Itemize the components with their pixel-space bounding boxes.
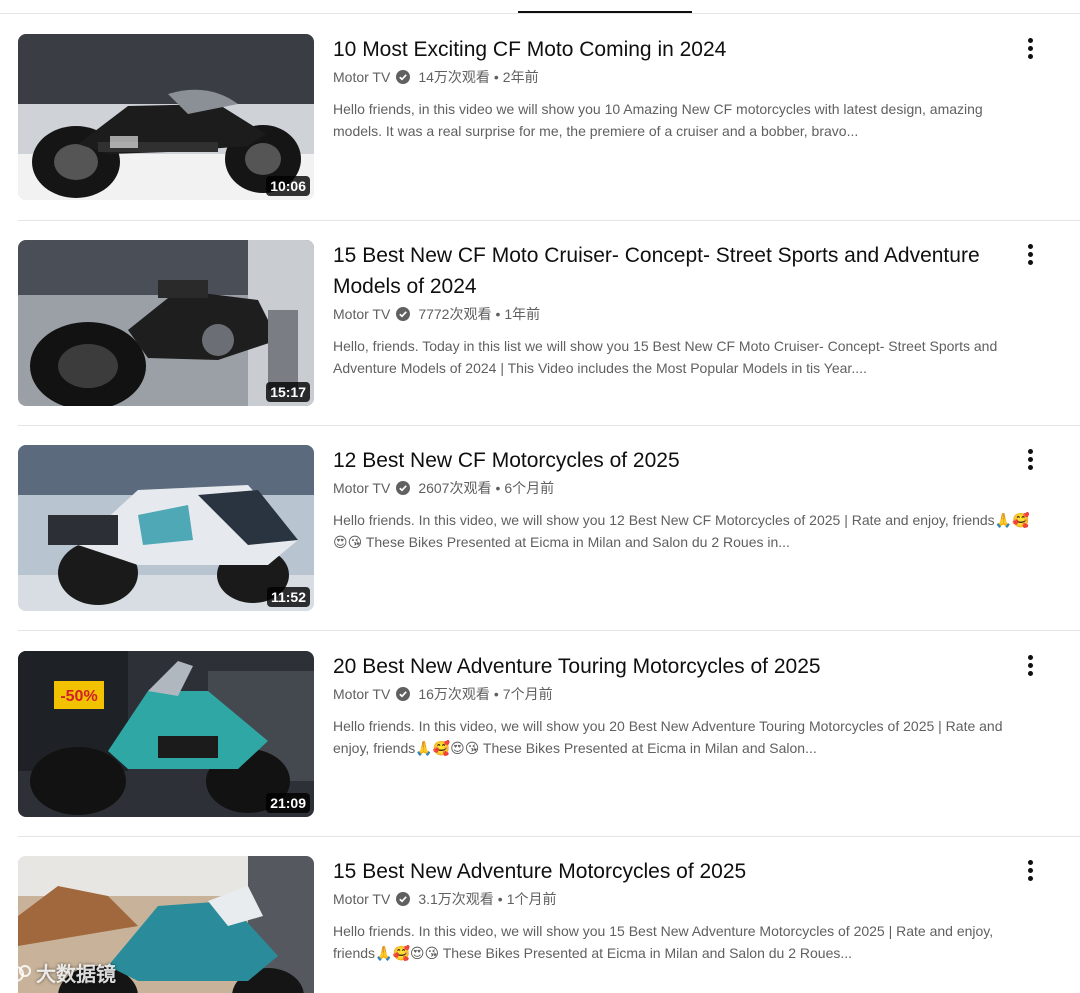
description-line: Hello friends, in this video we will sho… [333, 101, 983, 117]
video-item: -50% 21:09 20 Best New Adventure Touring… [0, 651, 1080, 856]
video-duration: 15:17 [266, 382, 310, 402]
video-title[interactable]: 10 Most Exciting CF Moto Coming in 2024 [333, 34, 1023, 65]
verified-badge-icon [396, 687, 411, 701]
more-actions-menu-icon[interactable] [1018, 653, 1042, 677]
video-meta: Motor TV 7772次观看 • 1年前 [333, 304, 1023, 324]
upload-age: 1个月前 [506, 891, 557, 907]
description-line: friends🙏🥰😍😘 These Bikes Presented at Eic… [333, 945, 853, 961]
channel-name[interactable]: Motor TV [333, 304, 390, 324]
item-divider [18, 425, 1080, 426]
video-description: Hello friends. In this video, we will sh… [333, 920, 1048, 964]
description-line: Adventure Models of 2024 | This Video in… [333, 360, 867, 376]
video-item: 15:17 15 Best New CF Moto Cruiser- Conce… [0, 240, 1080, 445]
more-actions-menu-icon[interactable] [1018, 36, 1042, 60]
video-title[interactable]: 20 Best New Adventure Touring Motorcycle… [333, 651, 1023, 682]
meta-separator: • [493, 686, 499, 702]
video-title[interactable]: 15 Best New CF Moto Cruiser- Concept- St… [333, 240, 1023, 302]
meta-separator: • [493, 69, 499, 85]
video-description: Hello friends. In this video, we will sh… [333, 715, 1048, 759]
upload-age: 6个月前 [504, 480, 555, 496]
thumbnail-sign-text: -50% [60, 688, 97, 705]
tab-bar-rule [0, 13, 1080, 14]
description-line: Hello, friends. Today in this list we wi… [333, 338, 998, 354]
meta-separator: • [497, 891, 503, 907]
upload-age: 1年前 [504, 306, 541, 322]
video-thumbnail[interactable]: 15:17 [18, 240, 314, 406]
video-title[interactable]: 15 Best New Adventure Motorcycles of 202… [333, 856, 1023, 887]
video-item: 11:52 12 Best New CF Motorcycles of 2025… [0, 445, 1080, 650]
video-description: Hello, friends. Today in this list we wi… [333, 335, 1048, 379]
video-thumbnail[interactable]: 11:52 [18, 445, 314, 611]
video-description: Hello friends, in this video we will sho… [333, 98, 1048, 142]
video-item: 10:06 10 Most Exciting CF Moto Coming in… [0, 34, 1080, 239]
video-thumbnail[interactable]: 10:06 [18, 34, 314, 200]
verified-badge-icon [396, 481, 411, 495]
video-meta: Motor TV 16万次观看 • 7个月前 [333, 684, 1023, 704]
more-actions-menu-icon[interactable] [1018, 242, 1042, 266]
meta-separator: • [495, 306, 501, 322]
video-meta: Motor TV 2607次观看 • 6个月前 [333, 478, 1023, 498]
more-actions-menu-icon[interactable] [1018, 447, 1042, 471]
description-line: 😍😘 These Bikes Presented at Eicma in Mil… [333, 534, 790, 550]
video-item: 15 Best New Adventure Motorcycles of 202… [0, 856, 1080, 993]
channel-name[interactable]: Motor TV [333, 684, 390, 704]
video-description: Hello friends. In this video, we will sh… [333, 509, 1048, 553]
video-meta: Motor TV 14万次观看 • 2年前 [333, 67, 1023, 87]
meta-separator: • [495, 480, 501, 496]
item-divider [18, 630, 1080, 631]
video-results-page: 10:06 10 Most Exciting CF Moto Coming in… [0, 0, 1080, 993]
view-count: 2607次观看 [418, 480, 492, 496]
description-line: enjoy, friends🙏🥰😍😘 These Bikes Presented… [333, 740, 817, 756]
channel-name[interactable]: Motor TV [333, 67, 390, 87]
active-tab-indicator [518, 11, 692, 13]
video-duration: 21:09 [266, 793, 310, 813]
description-line: Hello friends. In this video, we will sh… [333, 923, 994, 939]
description-line: Hello friends. In this video, we will sh… [333, 512, 1030, 528]
channel-name[interactable]: Motor TV [333, 478, 390, 498]
item-divider [18, 220, 1080, 221]
view-count: 16万次观看 [418, 686, 490, 702]
view-count: 7772次观看 [418, 306, 492, 322]
video-info: 15 Best New Adventure Motorcycles of 202… [333, 856, 1023, 964]
more-actions-menu-icon[interactable] [1018, 858, 1042, 882]
verified-badge-icon [396, 307, 411, 321]
description-line: models. It was a real surprise for me, t… [333, 123, 859, 139]
video-duration: 10:06 [266, 176, 310, 196]
channel-name[interactable]: Motor TV [333, 889, 390, 909]
item-divider [18, 836, 1080, 837]
video-meta: Motor TV 3.1万次观看 • 1个月前 [333, 889, 1023, 909]
video-title[interactable]: 12 Best New CF Motorcycles of 2025 [333, 445, 1023, 476]
video-info: 20 Best New Adventure Touring Motorcycle… [333, 651, 1023, 759]
video-info: 12 Best New CF Motorcycles of 2025 Motor… [333, 445, 1030, 553]
upload-age: 2年前 [502, 69, 539, 85]
description-line: Hello friends. In this video, we will sh… [333, 718, 1003, 734]
video-thumbnail[interactable]: -50% 21:09 [18, 651, 314, 817]
watermark-text: 大数据镜 [36, 964, 116, 986]
video-duration: 11:52 [266, 587, 310, 607]
watermark: 大数据镜 [8, 958, 116, 987]
video-info: 15 Best New CF Moto Cruiser- Concept- St… [333, 240, 1023, 379]
view-count: 3.1万次观看 [418, 891, 494, 907]
verified-badge-icon [396, 70, 411, 84]
watermark-logo-icon [8, 964, 31, 982]
video-info: 10 Most Exciting CF Moto Coming in 2024 … [333, 34, 1023, 142]
upload-age: 7个月前 [502, 686, 553, 702]
view-count: 14万次观看 [418, 69, 490, 85]
verified-badge-icon [396, 892, 411, 906]
